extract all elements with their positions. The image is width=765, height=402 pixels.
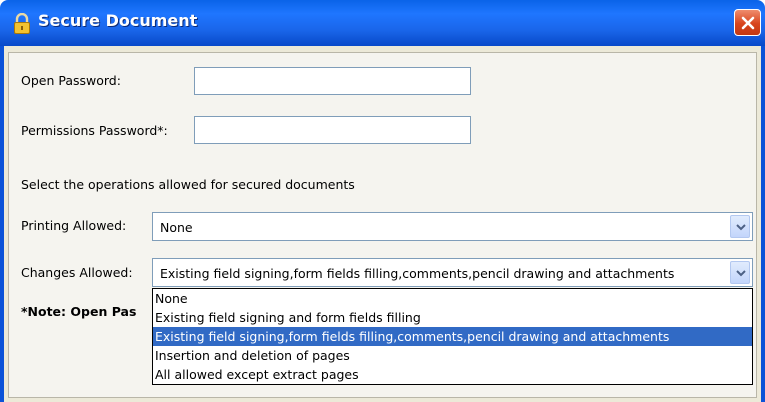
close-button[interactable] xyxy=(734,9,761,36)
close-icon xyxy=(741,16,755,30)
list-item[interactable]: Insertion and deletion of pages xyxy=(153,346,752,365)
changes-allowed-select[interactable]: Existing field signing,form fields filli… xyxy=(152,258,753,287)
list-item[interactable]: Existing field signing and form fields f… xyxy=(153,308,752,327)
list-item-selected[interactable]: Existing field signing,form fields filli… xyxy=(153,327,752,346)
chevron-down-icon xyxy=(736,224,746,231)
permissions-password-input[interactable] xyxy=(194,116,471,144)
permissions-password-label: Permissions Password*: xyxy=(21,123,168,138)
changes-allowed-value: Existing field signing,form fields filli… xyxy=(160,266,675,281)
changes-allowed-label: Changes Allowed: xyxy=(21,265,133,280)
open-password-label: Open Password: xyxy=(21,73,121,88)
section-instruction: Select the operations allowed for secure… xyxy=(21,177,355,192)
window-frame-right xyxy=(761,46,765,402)
lock-icon xyxy=(14,13,30,34)
open-password-input[interactable] xyxy=(194,67,471,95)
chevron-down-icon xyxy=(736,270,746,277)
printing-allowed-label: Printing Allowed: xyxy=(21,218,127,233)
secure-document-dialog: Secure Document Open Password: Permissio… xyxy=(0,0,765,402)
list-item[interactable]: None xyxy=(153,289,752,308)
title-bar[interactable]: Secure Document xyxy=(0,0,765,46)
changes-allowed-options-list[interactable]: None Existing field signing and form fie… xyxy=(152,288,753,385)
window-title: Secure Document xyxy=(38,11,198,30)
printing-allowed-select[interactable]: None xyxy=(152,212,753,241)
printing-allowed-value: None xyxy=(160,220,193,235)
printing-dropdown-button[interactable] xyxy=(730,215,750,238)
note-text: *Note: Open Pas xyxy=(21,304,137,319)
changes-dropdown-button[interactable] xyxy=(730,261,750,284)
list-item[interactable]: All allowed except extract pages xyxy=(153,365,752,384)
